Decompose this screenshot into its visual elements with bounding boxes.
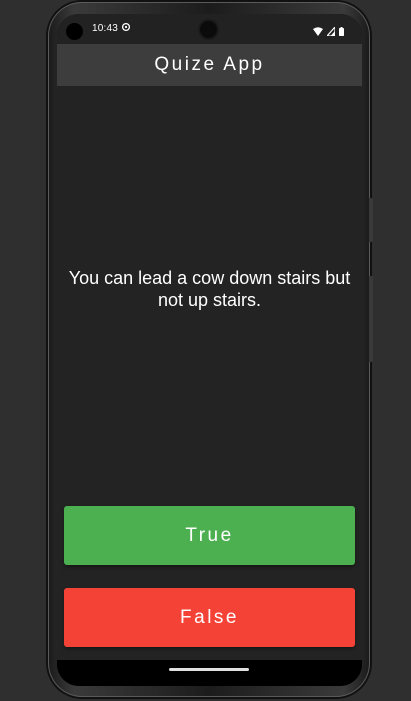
- true-button[interactable]: True: [64, 506, 355, 565]
- camera-cutout: [66, 23, 83, 40]
- device-screen: 10:43 Quize App You can lead a cow down …: [57, 14, 362, 686]
- wifi-icon: [313, 23, 323, 41]
- app-title: Quize App: [154, 54, 265, 75]
- question-text: You can lead a cow down stairs but not u…: [68, 268, 351, 310]
- status-icons: [313, 23, 344, 41]
- home-indicator[interactable]: [169, 668, 249, 671]
- volume-button[interactable]: [369, 198, 373, 242]
- power-button[interactable]: [369, 276, 373, 362]
- battery-icon: [339, 23, 344, 41]
- false-button[interactable]: False: [64, 588, 355, 647]
- signal-icon: [325, 23, 336, 41]
- app-bar: Quize App: [57, 44, 362, 86]
- emulator-canvas: 10:43 Quize App You can lead a cow down …: [0, 0, 411, 701]
- status-bar: 10:43: [57, 14, 362, 44]
- quiz-content: You can lead a cow down stairs but not u…: [57, 86, 362, 660]
- status-time: 10:43: [92, 23, 119, 34]
- navigation-bar: [57, 660, 362, 686]
- front-camera: [200, 21, 217, 38]
- settings-icon: [121, 22, 131, 35]
